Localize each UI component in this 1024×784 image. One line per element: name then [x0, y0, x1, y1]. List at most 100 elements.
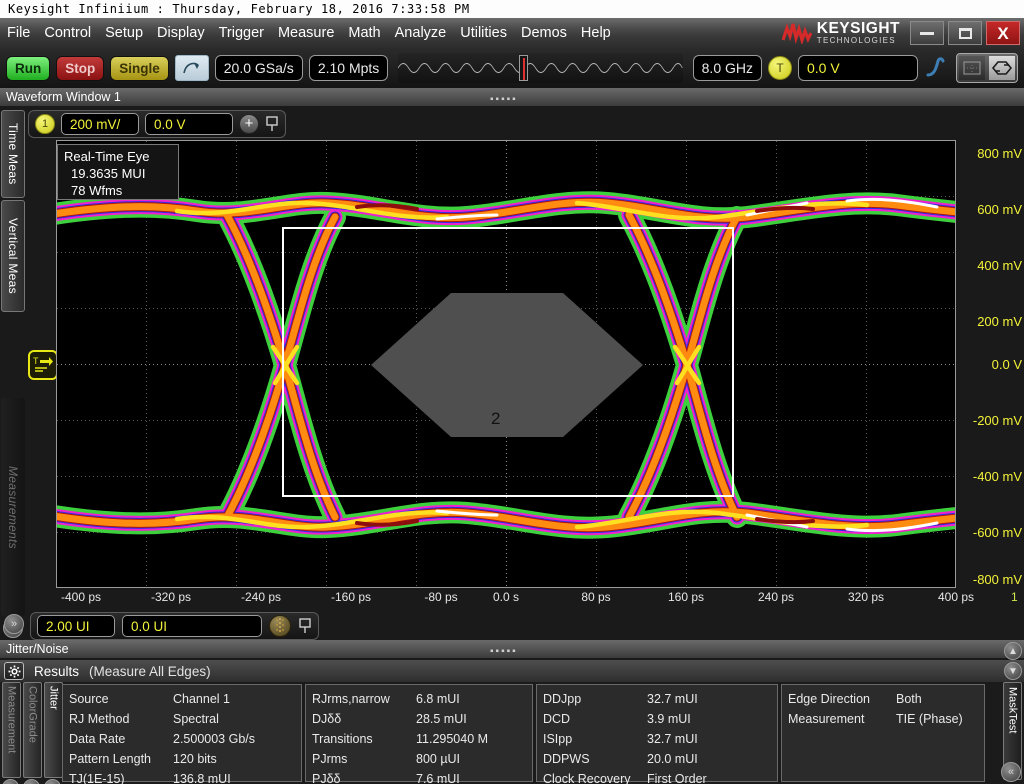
sidebar-tab-time-meas[interactable]: Time Meas	[1, 110, 25, 198]
eye-diagram-plot[interactable]: 2 Real-Time Eye 19.3635 MUI 78 Wfms	[56, 140, 956, 588]
row-key: ISIpp	[543, 732, 573, 746]
ui-scale-field[interactable]: 2.00 UI	[37, 615, 115, 637]
row-key: DCD	[543, 712, 571, 726]
eye-pattern-icon[interactable]	[269, 615, 291, 637]
brand-name: KEYSIGHT	[816, 19, 900, 37]
minimize-button[interactable]	[910, 21, 944, 45]
mask-label: 2	[491, 409, 501, 428]
results-tab-measurement-expand[interactable]: »	[2, 779, 19, 784]
x-tick-320ps: 320 ps	[847, 590, 885, 604]
menu-item-demos[interactable]: Demos	[514, 23, 574, 43]
table-row: Edge Direction Both	[788, 689, 978, 709]
row-value: Both	[896, 692, 922, 706]
window-controls: X	[910, 21, 1020, 45]
results-masktest-expand[interactable]: «	[1001, 762, 1021, 782]
row-key: DJδδ	[312, 712, 342, 726]
autoscale-button[interactable]	[174, 55, 209, 81]
mask-test-polygon[interactable]	[57, 141, 956, 588]
results-tab-colorgrade[interactable]: ColorGrade	[23, 682, 42, 778]
menu-item-help[interactable]: Help	[574, 23, 618, 43]
menu-item-setup[interactable]: Setup	[98, 23, 150, 43]
results-tab-jitter-expand[interactable]: »	[44, 779, 61, 784]
row-key: Clock Recovery	[543, 772, 631, 784]
table-row: TJ(1E-15) 136.8 mUI	[69, 769, 295, 784]
row-value: 11.295040 M	[416, 732, 489, 746]
sidebar-tab-vertical-meas-label: Vertical Meas	[6, 218, 20, 294]
close-button[interactable]: X	[986, 21, 1020, 45]
ui-pin-icon[interactable]	[298, 618, 312, 634]
sample-rate-field[interactable]: 20.0 GSa/s	[214, 55, 303, 81]
maximize-button[interactable]	[948, 21, 982, 45]
cursor-horizontal-top[interactable]	[282, 227, 732, 229]
row-key: TJ(1E-15)	[69, 772, 125, 784]
row-value: 20.0 mUI	[647, 752, 698, 766]
results-title: Results	[34, 663, 80, 679]
x-axis-end-label: 1	[1011, 590, 1018, 604]
stop-button[interactable]: Stop	[56, 55, 105, 81]
menu-item-analyze[interactable]: Analyze	[388, 23, 454, 43]
results-tab-measurement[interactable]: Measurement	[2, 682, 21, 778]
row-key: Measurement	[788, 712, 865, 726]
results-tab-measurement-label: Measurement	[5, 686, 18, 754]
table-row: ISIpp 32.7 mUI	[543, 729, 771, 749]
display-mode-toggle[interactable]	[956, 53, 1018, 83]
results-tab-masktest-label: MaskTest	[1006, 687, 1019, 734]
menu-item-math[interactable]: Math	[341, 23, 387, 43]
menu-item-measure[interactable]: Measure	[271, 23, 341, 43]
row-value: First Order	[647, 772, 707, 784]
table-row: DCD 3.9 mUI	[543, 709, 771, 729]
menu-item-display[interactable]: Display	[150, 23, 212, 43]
vertical-scale-field[interactable]: 200 mV/	[61, 113, 139, 135]
ui-scale-control-bar: 2.00 UI 0.0 UI	[30, 612, 319, 640]
bandwidth-field[interactable]: 8.0 GHz	[692, 55, 762, 81]
memory-depth-field[interactable]: 2.10 Mpts	[308, 55, 389, 81]
results-tab-jitter[interactable]: Jitter	[44, 682, 63, 778]
gear-icon[interactable]	[4, 662, 24, 680]
row-value: 32.7 mUI	[647, 732, 698, 746]
row-key: DDPWS	[543, 752, 590, 766]
vertical-offset-field[interactable]: 0.0 V	[145, 113, 233, 135]
plot-collapse-button[interactable]: »	[4, 614, 24, 634]
results-tab-colorgrade-expand[interactable]: «	[23, 779, 40, 784]
trigger-badge[interactable]: T	[768, 56, 792, 80]
menu-item-trigger[interactable]: Trigger	[212, 23, 271, 43]
ui-offset-field[interactable]: 0.0 UI	[122, 615, 262, 637]
cursor-vertical-right[interactable]	[732, 227, 734, 497]
x-tick-400ps: 400 ps	[937, 590, 975, 604]
row-value: TIE (Phase)	[896, 712, 963, 726]
row-value: 136.8 mUI	[173, 772, 231, 784]
table-row: PJrms 800 µUI	[312, 749, 526, 769]
sidebar-tab-measurements[interactable]: Measurements	[1, 398, 25, 616]
cursor-vertical-left[interactable]	[282, 227, 284, 497]
close-icon: X	[997, 23, 1009, 43]
menu-item-utilities[interactable]: Utilities	[453, 23, 514, 43]
y-tick-neg200mv: -200 mV	[972, 413, 1022, 428]
x-tick-neg320ps: -320 ps	[150, 590, 192, 604]
sidebar-tab-vertical-meas[interactable]: Vertical Meas	[1, 200, 25, 312]
x-tick-160ps: 160 ps	[667, 590, 705, 604]
row-key: Pattern Length	[69, 752, 152, 766]
trigger-position-marker[interactable]	[519, 55, 529, 81]
minimize-icon	[920, 31, 934, 35]
run-button[interactable]: Run	[6, 55, 51, 81]
cursor-horizontal-bottom[interactable]	[282, 495, 732, 497]
trigger-level-marker[interactable]: T	[28, 350, 58, 380]
table-row: Clock Recovery First Order	[543, 769, 771, 784]
single-button[interactable]: Single	[110, 55, 169, 81]
results-scroll-down-button[interactable]: ▼	[1004, 662, 1022, 680]
x-axis-labels: -400 ps -320 ps -240 ps -160 ps -80 ps 0…	[56, 590, 1024, 610]
y-tick-0v: 0.0 V	[991, 357, 1022, 372]
pin-icon[interactable]	[265, 116, 279, 132]
add-channel-button[interactable]: +	[239, 114, 259, 134]
channel-number-badge[interactable]: 1	[35, 114, 55, 134]
results-scroll-up-button[interactable]: ▲	[1004, 642, 1022, 660]
trigger-level-field[interactable]: 0.0 V	[798, 55, 918, 81]
y-tick-600mv: 600 mV	[977, 202, 1022, 217]
waveform-overview-strip[interactable]	[398, 53, 683, 83]
menu-item-file[interactable]: File	[0, 23, 37, 43]
maximize-icon	[958, 27, 972, 39]
trigger-level-icon: T	[33, 356, 53, 372]
jitter-noise-label: Jitter/Noise	[6, 642, 69, 656]
results-tab-jitter-label: Jitter	[47, 686, 60, 710]
menu-item-control[interactable]: Control	[37, 23, 98, 43]
